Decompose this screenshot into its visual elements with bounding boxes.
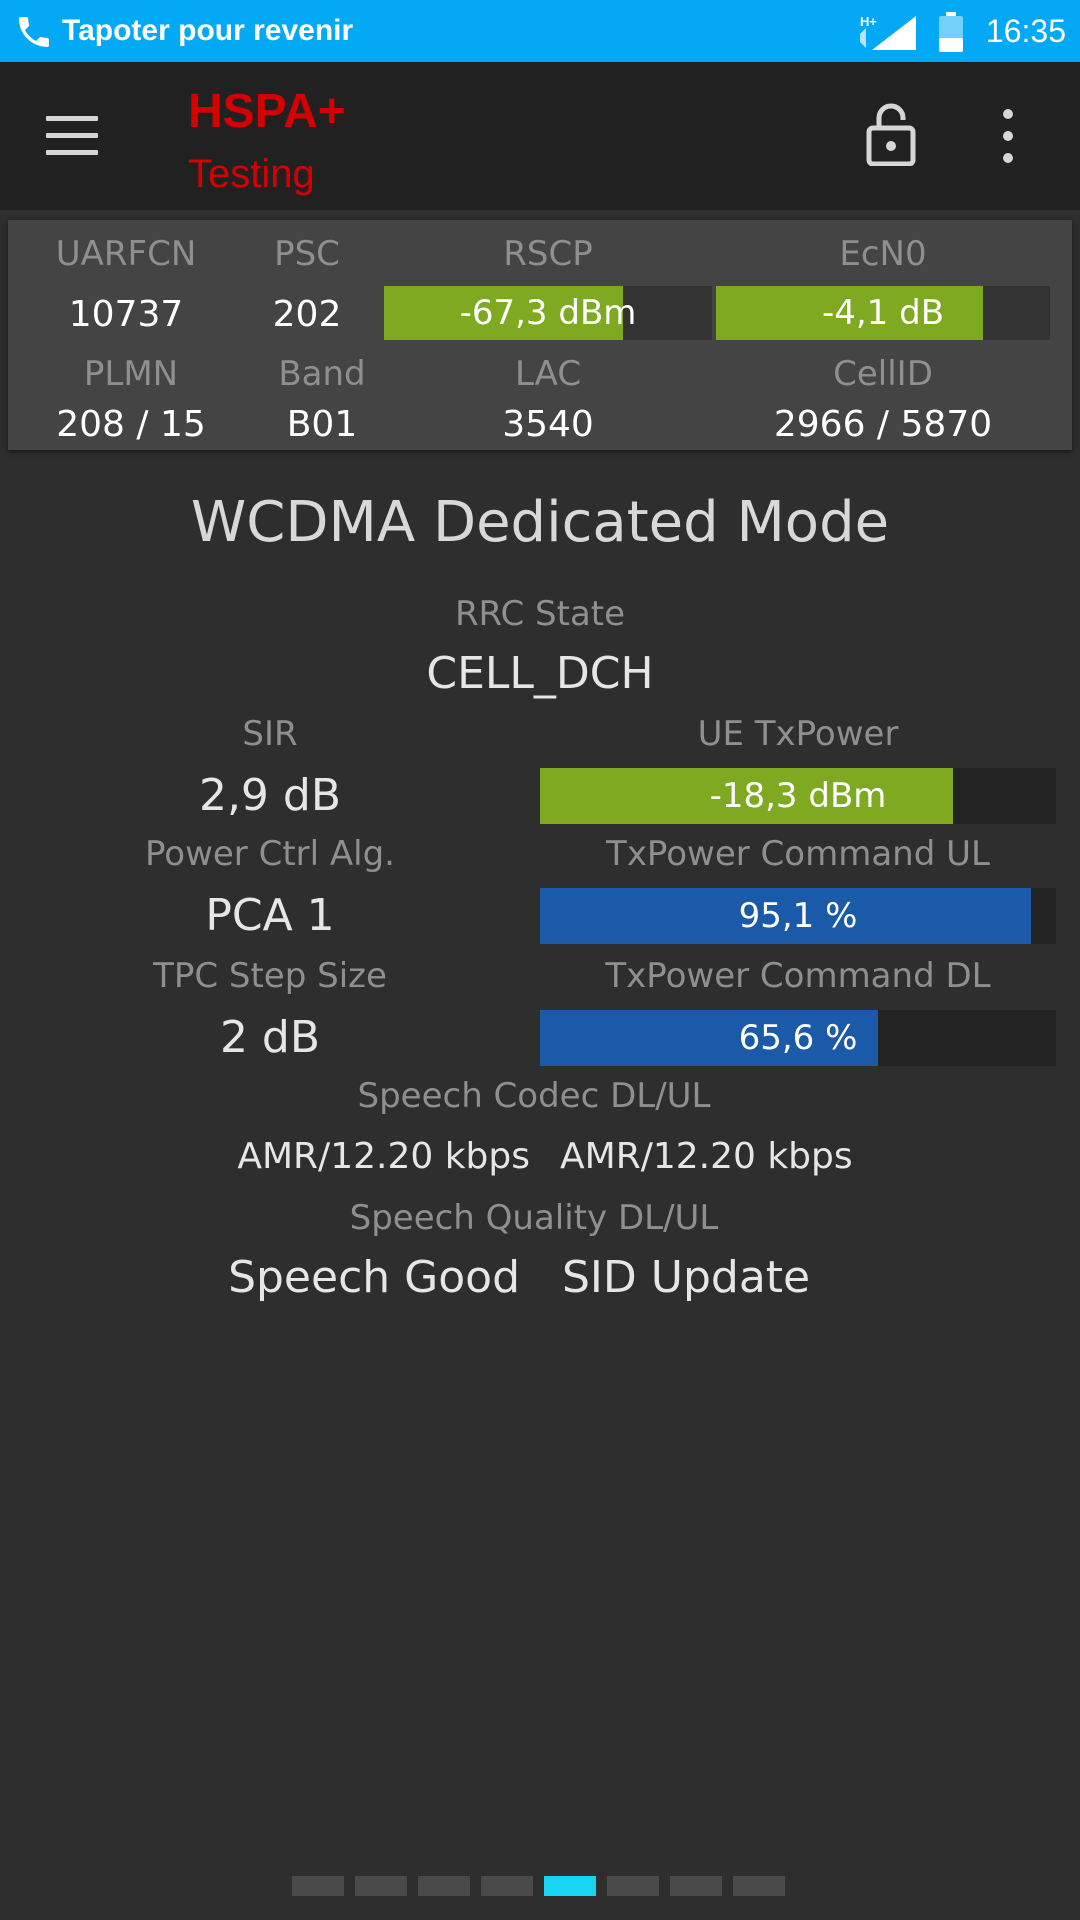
plmn-value: 208 / 15 xyxy=(56,404,206,445)
txpower-cmd-dl-bar: 65,6 % xyxy=(540,1010,1056,1066)
sir-label: SIR xyxy=(242,714,298,754)
txpower-cmd-ul-bar: 95,1 % xyxy=(540,888,1056,944)
txpower-cmd-ul-value: 95,1 % xyxy=(738,896,858,936)
rscp-bar: -67,3 dBm xyxy=(384,286,712,340)
page-dot[interactable] xyxy=(355,1876,407,1896)
mode-title: WCDMA Dedicated Mode xyxy=(190,490,890,555)
page-dot[interactable] xyxy=(544,1876,596,1896)
plmn-label: PLMN xyxy=(83,354,179,394)
page-dot[interactable] xyxy=(670,1876,722,1896)
cellid-label: CellID xyxy=(833,354,933,394)
app-title: HSPA+ xyxy=(188,85,346,138)
status-bar[interactable]: Tapoter pour revenir H+ 16:35 xyxy=(0,0,1080,62)
band-label: Band xyxy=(278,354,366,394)
txpower-cmd-dl-value: 65,6 % xyxy=(738,1018,858,1058)
rscp-label: RSCP xyxy=(503,234,593,274)
page-dot[interactable] xyxy=(607,1876,659,1896)
band-value: B01 xyxy=(286,404,358,445)
psc-value: 202 xyxy=(272,294,342,335)
ue-txpower-bar: -18,3 dBm xyxy=(540,768,1056,824)
status-time: 16:35 xyxy=(985,13,1066,49)
psc-label: PSC xyxy=(274,234,340,274)
ecn0-bar: -4,1 dB xyxy=(716,286,1050,340)
txpower-cmd-ul-label: TxPower Command UL xyxy=(606,834,990,874)
page-dot[interactable] xyxy=(481,1876,533,1896)
lac-value: 3540 xyxy=(502,404,594,445)
page-dot[interactable] xyxy=(292,1876,344,1896)
speech-codec-ul-value: AMR/12.20 kbps xyxy=(560,1136,853,1177)
uarfcn-label: UARFCN xyxy=(55,234,197,274)
status-return-text[interactable]: Tapoter pour revenir xyxy=(62,0,353,62)
lock-open-icon[interactable] xyxy=(866,102,916,166)
rscp-value: -67,3 dBm xyxy=(459,293,637,333)
more-vert-icon[interactable] xyxy=(1000,106,1016,166)
power-ctrl-alg-label: Power Ctrl Alg. xyxy=(144,834,395,874)
speech-quality-ul-value: SID Update xyxy=(562,1252,811,1303)
ue-txpower-label: UE TxPower xyxy=(697,714,899,754)
cellid-value: 2966 / 5870 xyxy=(773,404,993,445)
page-dot[interactable] xyxy=(418,1876,470,1896)
speech-quality-label: Speech Quality DL/UL xyxy=(349,1198,719,1238)
speech-codec-label: Speech Codec DL/UL xyxy=(357,1076,711,1116)
ue-txpower-value: -18,3 dBm xyxy=(709,776,887,816)
sir-value: 2,9 dB xyxy=(198,770,342,821)
rrc-state-label: RRC State xyxy=(454,594,626,634)
ecn0-label: EcN0 xyxy=(839,234,927,274)
speech-quality-dl-value: Speech Good xyxy=(228,1252,520,1303)
uarfcn-value: 10737 xyxy=(68,294,184,335)
phone-icon xyxy=(19,17,49,47)
network-type-label: H+ xyxy=(860,14,877,29)
speech-codec-dl-value: AMR/12.20 kbps xyxy=(237,1136,530,1177)
ecn0-value: -4,1 dB xyxy=(821,293,945,333)
lac-label: LAC xyxy=(514,354,582,394)
txpower-cmd-dl-label: TxPower Command DL xyxy=(605,956,991,996)
app-subtitle: Testing xyxy=(188,152,315,196)
menu-icon[interactable] xyxy=(46,116,98,156)
battery-icon xyxy=(939,12,963,52)
tpc-step-size-label: TPC Step Size xyxy=(153,956,387,996)
app-bar: HSPA+ Testing xyxy=(0,62,1080,210)
cell-info-card: UARFCN PSC RSCP EcN0 10737 202 -67,3 dBm… xyxy=(8,220,1072,450)
page-dot[interactable] xyxy=(733,1876,785,1896)
tpc-step-size-value: 2 dB xyxy=(219,1012,321,1063)
power-ctrl-alg-value: PCA 1 xyxy=(205,890,335,941)
signal-icon: H+ xyxy=(860,14,916,50)
rrc-state-value: CELL_DCH xyxy=(426,648,654,699)
